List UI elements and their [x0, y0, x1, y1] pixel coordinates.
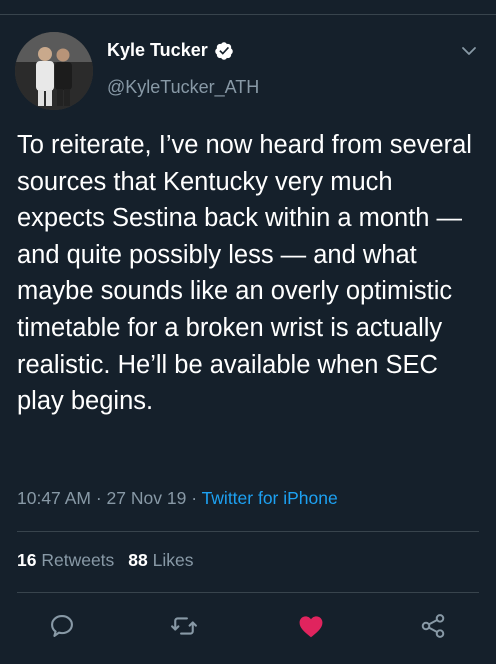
- author-handle[interactable]: @KyleTucker_ATH: [107, 77, 259, 98]
- likes-label: Likes: [152, 550, 194, 570]
- chevron-down-icon[interactable]: [460, 44, 478, 58]
- tweet-text: To reiterate, I’ve now heard from severa…: [17, 131, 472, 416]
- tweet-source-link[interactable]: Twitter for iPhone: [202, 488, 338, 508]
- author-name-row[interactable]: Kyle Tucker: [107, 40, 234, 61]
- retweets-label: Retweets: [41, 550, 115, 570]
- heart-icon: [299, 616, 323, 638]
- avatar[interactable]: [15, 32, 93, 110]
- likes-count: 88: [128, 550, 148, 570]
- retweet-button[interactable]: [170, 612, 198, 640]
- share-button[interactable]: [419, 612, 447, 640]
- like-button[interactable]: [297, 612, 325, 640]
- share-icon: [421, 614, 445, 638]
- divider: [17, 592, 479, 593]
- meta-separator: ·: [191, 488, 198, 508]
- reply-icon: [51, 615, 73, 637]
- reply-button[interactable]: [48, 612, 76, 640]
- tweet-detail: Kyle Tucker @KyleTucker_ATH To reiterate…: [0, 0, 496, 664]
- tweet-date: 27 Nov 19: [106, 488, 187, 508]
- divider: [17, 531, 479, 532]
- tweet-stats: 16 Retweets 88 Likes: [17, 550, 194, 571]
- meta-separator: ·: [95, 488, 102, 508]
- likes-stat[interactable]: 88 Likes: [128, 550, 193, 570]
- retweet-icon: [171, 617, 197, 635]
- tweet-meta: 10:47 AM · 27 Nov 19 · Twitter for iPhon…: [17, 488, 338, 509]
- retweets-count: 16: [17, 550, 37, 570]
- verified-badge-icon: [214, 41, 233, 60]
- avatar-photo: [15, 32, 93, 110]
- tweet-time: 10:47 AM: [17, 488, 91, 508]
- author-display-name[interactable]: Kyle Tucker: [107, 40, 208, 61]
- top-divider: [0, 14, 496, 15]
- retweets-stat[interactable]: 16 Retweets: [17, 550, 114, 570]
